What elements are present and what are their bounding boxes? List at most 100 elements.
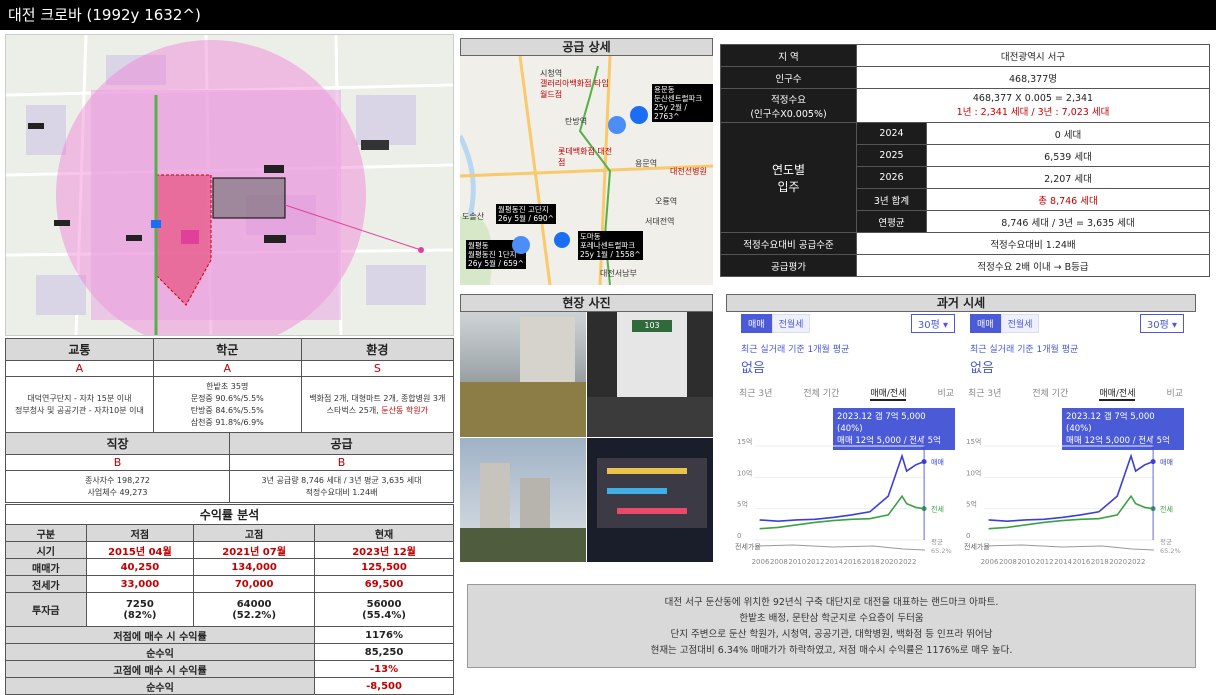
rate-label: 전세가율 xyxy=(735,542,761,551)
job-line: 종사자수 198,272 xyxy=(84,475,151,485)
score-table-1: 교통 학군 환경 A A S 대덕연구단지 - 자차 15분 이내 정부청사 및… xyxy=(5,338,455,433)
cell: 2015년 04월 xyxy=(85,541,195,559)
project-label: 도마동 포레나센트럴파크 25y 1월 / 1558^ xyxy=(578,231,643,260)
x-tick-label: 2020 xyxy=(880,558,898,566)
y-tick-label: 0 xyxy=(737,532,741,540)
sum-value: 총 8,746 세대 xyxy=(926,188,1210,211)
job-header: 직장 xyxy=(5,432,230,455)
size-select[interactable]: 30평 ▾ xyxy=(1139,314,1184,333)
row-label: 전세가 xyxy=(5,575,87,593)
past-price-header: 과거 시세 xyxy=(726,294,1196,312)
environment-header: 환경 xyxy=(300,338,455,361)
cell: 64000 (52.2%) xyxy=(193,592,316,627)
environment-grade: S xyxy=(300,360,455,377)
job-desc: 종사자수 198,272 사업체수 49,273 xyxy=(5,470,230,503)
demand-label-line: 적정수요 xyxy=(771,94,806,106)
x-tick-label: 2022 xyxy=(899,558,917,566)
cell: 2023년 12월 xyxy=(314,541,454,559)
map-pin-icon[interactable] xyxy=(512,236,530,254)
project-info: 26y 5월 / 690^ xyxy=(498,214,554,223)
place-label: 롯데백화점 대전점 xyxy=(558,147,613,167)
invest-value: 7250 xyxy=(125,598,154,610)
sum-label: 3년 합계 xyxy=(856,188,927,211)
project-label: 월평동진 고단지 26y 5월 / 690^ xyxy=(496,204,556,224)
page-title: 대전 크로바 (1992y 1632^) xyxy=(0,0,1216,30)
y-tick-label: 15억 xyxy=(966,438,981,446)
x-tick-label: 2008 xyxy=(770,558,788,566)
avg-label: 평균 xyxy=(1160,537,1172,546)
environment-text: 스타벅스 25개, xyxy=(326,405,382,415)
price-chart: 15억10억5억02006 2008 2010 2012 2014 2016 2018 202… xyxy=(964,438,1181,566)
series-label-jeonse: 전세 xyxy=(931,505,944,514)
trade-tabs: 매매 전월세 xyxy=(741,314,811,333)
cell: 70,000 xyxy=(193,575,316,593)
move-in-label: 연도별 입주 xyxy=(720,122,857,233)
ratio-value: 적정수요대비 1.24배 xyxy=(856,232,1210,255)
x-tick-label: 2018 xyxy=(1091,558,1109,566)
y-tick-label: 5억 xyxy=(737,501,748,509)
place-label: 도솔산 xyxy=(462,212,485,221)
tab-jeonse[interactable]: 전월세 xyxy=(1000,314,1040,333)
series-line-jeonse xyxy=(988,494,1154,530)
tab-sale[interactable]: 매매 xyxy=(970,314,1001,333)
demand-calc: 468,377 X 0.005 = 2,341 xyxy=(972,93,1094,104)
invest-percent: (55.4%) xyxy=(362,609,406,621)
project-name: 둔산센트럴파크 xyxy=(654,94,703,103)
project-name: 포레나센트럴파크 xyxy=(580,241,636,250)
project-name: 월평동진 고단지 xyxy=(498,205,549,214)
range-tab[interactable]: 전체 기간 xyxy=(1032,386,1068,401)
avg-label: 평균 xyxy=(931,537,943,546)
summary-line: 대전 서구 둔산동에 위치한 92년식 구축 대단지로 대전을 대표하는 랜드마… xyxy=(664,597,999,608)
price-chart: 15억10억5억02006 2008 2010 2012 2014 2016 2018 202… xyxy=(735,438,952,566)
tab-sale[interactable]: 매매 xyxy=(741,314,772,333)
demand-label: 적정수요 (인구수X0.005%) xyxy=(720,88,857,123)
environment-line: 백화점 2개, 대형마트 2개, 종합병원 3개 xyxy=(309,393,446,403)
recent-label: 최근 실거래 기준 1개월 평균 xyxy=(970,345,1079,355)
supply-map[interactable]: 시청역 갤러리아백화점 타임월드점 탄방역 롯데백화점 대전점 용문역 대전선병… xyxy=(460,56,713,285)
school-desc: 한밭초 35명 문정중 90.6%/5.5% 탄방중 84.6%/5.5% 삼천… xyxy=(152,376,302,433)
recent-value: 없음 xyxy=(970,361,994,376)
series-label-sale: 매매 xyxy=(1160,459,1173,467)
size-select[interactable]: 30평 ▾ xyxy=(910,314,955,333)
tab-jeonse[interactable]: 전월세 xyxy=(771,314,811,333)
x-tick-label: 2020 xyxy=(1109,558,1127,566)
avg-value: 65.2% xyxy=(1160,547,1181,555)
avg-label: 연평균 xyxy=(856,210,927,233)
region-label: 지 역 xyxy=(720,44,857,67)
cell: 33,000 xyxy=(85,575,195,593)
x-tick-label: 2018 xyxy=(862,558,880,566)
score-table-2: 직장 공급 B B 종사자수 198,272 사업체수 49,273 3년 공급… xyxy=(5,432,454,503)
y-tick-label: 10억 xyxy=(966,469,981,477)
region-value: 대전광역시 서구 xyxy=(856,44,1210,67)
cell: 69,500 xyxy=(314,575,454,593)
photo-night-street xyxy=(587,437,713,562)
map-pin-icon[interactable] xyxy=(608,116,626,134)
range-tab-active[interactable]: 매매/전세 xyxy=(1099,386,1136,401)
school-line: 문정중 90.6%/5.5% xyxy=(190,393,264,403)
size-value: 30평 xyxy=(1146,320,1169,331)
map-pin-icon[interactable] xyxy=(630,106,648,124)
environment-desc: 백화점 2개, 대형마트 2개, 종합병원 3개 스타벅스 25개, 둔산동 학… xyxy=(300,376,455,433)
series-line-sale xyxy=(988,453,1154,523)
place-label: 갤러리아백화점 타임월드점 xyxy=(540,79,609,99)
x-tick-label: 2016 xyxy=(843,558,861,566)
range-tab[interactable]: 최근 3년 xyxy=(968,386,1001,401)
project-info: 26y 5월 / 659^ xyxy=(468,259,524,268)
map-pin-icon[interactable] xyxy=(554,232,570,248)
location-map[interactable] xyxy=(5,34,454,336)
building-number-sign: 103 xyxy=(632,320,672,332)
range-tab-active[interactable]: 매매/전세 xyxy=(870,386,907,401)
avg-value: 8,746 세대 / 3년 = 3,635 세대 xyxy=(926,210,1210,233)
cell: 56000 (55.4%) xyxy=(314,592,454,627)
range-tab[interactable]: 비교 xyxy=(1166,386,1183,401)
range-tab[interactable]: 전체 기간 xyxy=(803,386,839,401)
rate-label: 전세가율 xyxy=(964,542,990,551)
place-label: 용문역 xyxy=(635,159,658,168)
col-header: 고점 xyxy=(193,524,316,542)
demand-label-line: (인구수X0.005%) xyxy=(750,108,827,120)
range-tab[interactable]: 최근 3년 xyxy=(739,386,772,401)
x-tick-label: 2012 xyxy=(807,558,825,566)
invest-percent: (52.2%) xyxy=(232,609,277,621)
range-tab[interactable]: 비교 xyxy=(937,386,954,401)
summary-box: 대전 서구 둔산동에 위치한 92년식 구축 대단지로 대전을 대표하는 랜드마… xyxy=(467,584,1196,668)
